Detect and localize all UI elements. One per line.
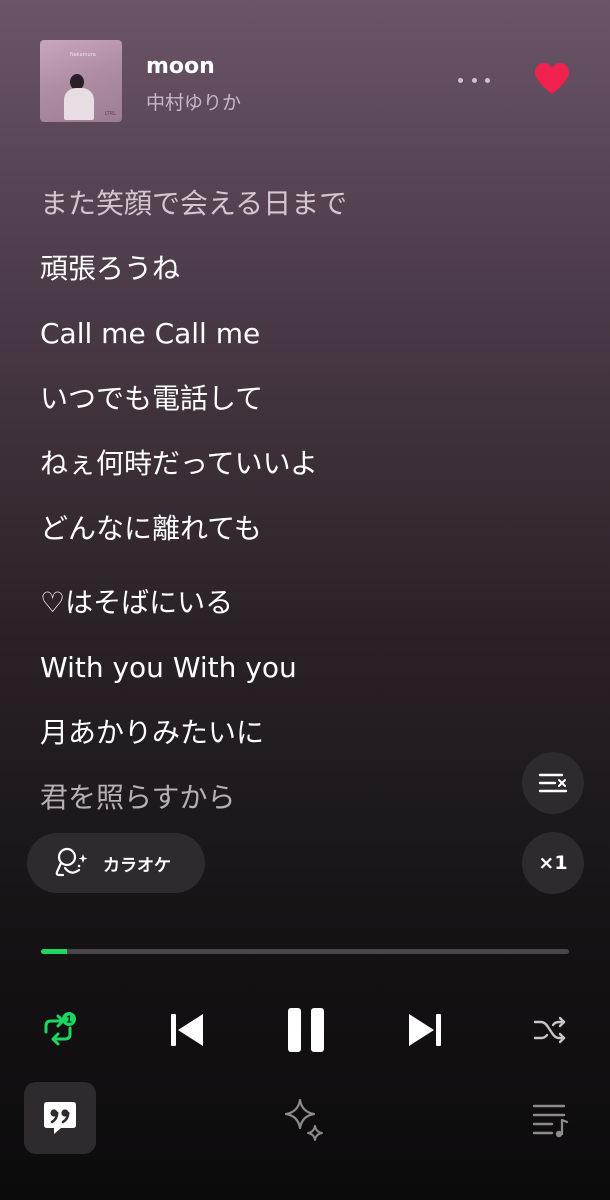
sparkle-icon: [284, 1098, 323, 1141]
karaoke-button[interactable]: カラオケ: [27, 833, 205, 893]
skip-next-icon: [409, 1014, 441, 1046]
pause-icon: [288, 1008, 324, 1052]
more-icon-dot: [458, 77, 463, 83]
cover-mark-text: LTRL: [104, 111, 116, 117]
lyric-line[interactable]: 君を照らすから: [40, 770, 560, 835]
playlist-icon: [532, 1104, 569, 1138]
repeat-badge: 1: [66, 1015, 72, 1026]
queue-clear-icon: [538, 773, 568, 793]
lyric-line[interactable]: 月あかりみたいに: [40, 705, 560, 770]
artist-name[interactable]: 中村ゆりか: [146, 88, 241, 115]
more-icon-dot: [471, 77, 477, 83]
lyric-line[interactable]: ねぇ何時だっていいよ: [40, 436, 560, 501]
lyric-line[interactable]: With you With you: [40, 640, 560, 705]
lyrics-button[interactable]: [24, 1082, 96, 1154]
lyric-line[interactable]: また笑顔で会える日まで: [40, 176, 560, 241]
lyric-line[interactable]: どんなに離れても: [40, 501, 560, 575]
sparkle-button[interactable]: [280, 1096, 328, 1144]
playback-controls: 1: [0, 995, 610, 1065]
lyric-line[interactable]: ♡はそばにいる: [40, 575, 560, 640]
skip-previous-icon: [171, 1014, 203, 1046]
bottom-action-bar: [0, 1082, 610, 1156]
progress-bar[interactable]: [41, 949, 569, 954]
playlist-button[interactable]: [530, 1100, 570, 1140]
lyric-line[interactable]: 頑張ろうね: [40, 241, 560, 306]
cover-title-text: Nakamura: [70, 52, 96, 58]
shuffle-button[interactable]: [530, 1008, 570, 1052]
lyrics-quote-icon: [44, 1102, 76, 1134]
heart-icon: [535, 63, 569, 94]
previous-button[interactable]: [162, 1005, 212, 1055]
playback-speed-button[interactable]: ×1: [522, 832, 584, 894]
shuffle-icon: [533, 1016, 566, 1044]
album-cover[interactable]: Nakamura LTRL: [40, 40, 122, 122]
repeat-one-icon: 1: [44, 1012, 76, 1046]
lyric-line[interactable]: Call me Call me: [40, 306, 560, 371]
now-playing-header: Nakamura LTRL moon 中村ゆりか: [40, 40, 570, 122]
queue-clear-button[interactable]: [522, 752, 584, 814]
like-button[interactable]: [534, 62, 570, 96]
lyric-line[interactable]: いつでも電話して: [40, 371, 560, 436]
repeat-button[interactable]: 1: [36, 1008, 80, 1052]
more-options-button[interactable]: [458, 68, 490, 92]
pause-button[interactable]: [279, 1000, 333, 1060]
next-button[interactable]: [400, 1005, 450, 1055]
more-icon-dot: [485, 77, 490, 83]
lyrics-panel: また笑顔で会える日まで 頑張ろうね Call me Call me いつでも電話…: [40, 176, 560, 835]
progress-fill: [41, 949, 68, 954]
karaoke-mic-icon: [55, 847, 88, 877]
karaoke-label: カラオケ: [103, 855, 171, 876]
song-title[interactable]: moon: [146, 54, 215, 79]
cover-figure-body: [64, 88, 94, 120]
